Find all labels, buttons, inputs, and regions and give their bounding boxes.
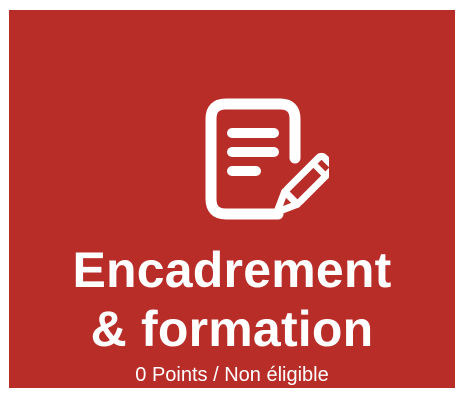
card-title-line1: Encadrement [72,242,392,298]
encadrement-formation-card[interactable]: Encadrement & formation 0 Points / Non é… [9,10,455,388]
document-edit-icon [194,88,329,233]
card-title-line2: & formation [90,301,374,357]
card-status-text: 0 Points / Non éligible [135,364,329,386]
